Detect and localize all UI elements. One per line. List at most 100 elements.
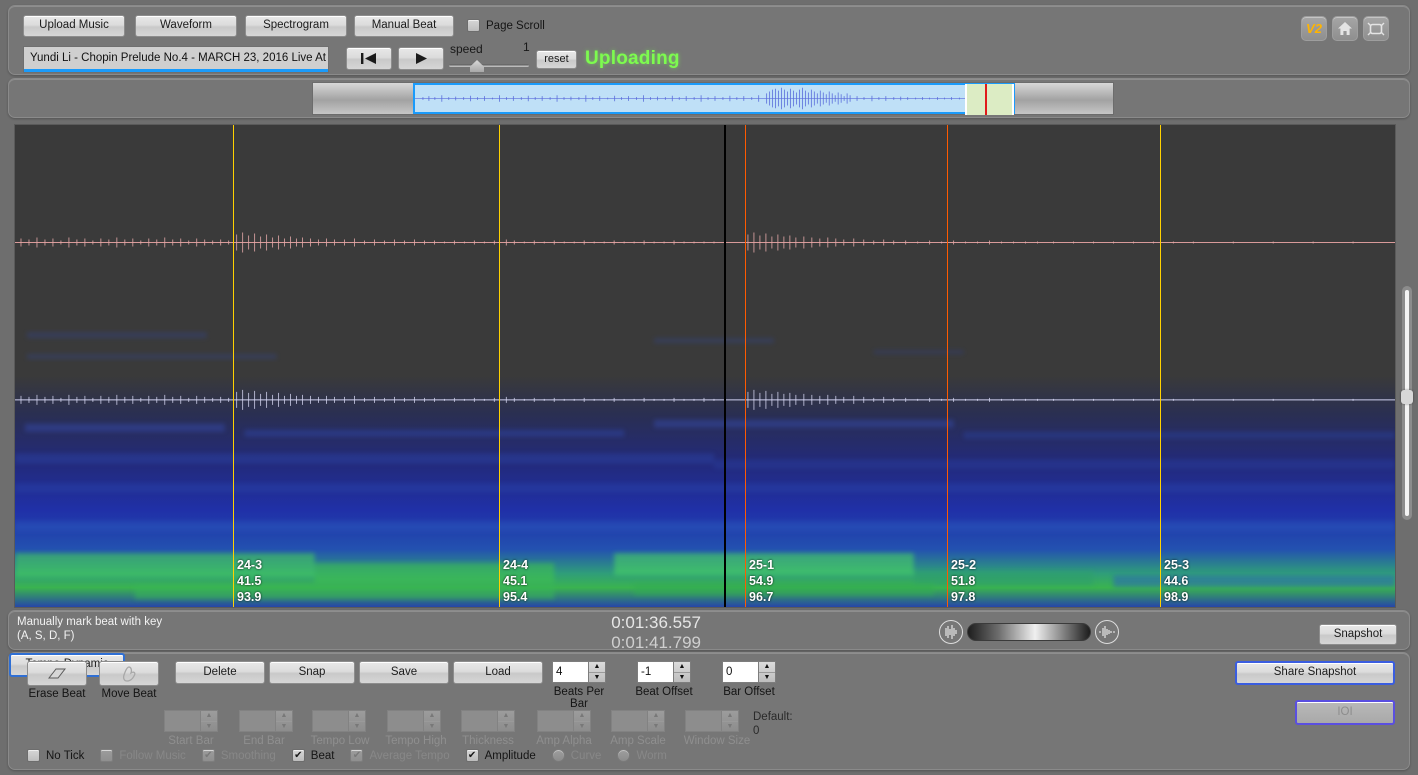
beat-label-id: 25-1 [749,557,774,573]
ioi-button[interactable]: IOI [1295,700,1395,725]
option-curve: Curve [552,749,602,762]
scrollbar-thumb[interactable] [1401,390,1413,404]
chevron-up-icon: ▲ [201,711,217,721]
snap-button[interactable]: Snap [269,661,355,684]
overview-strip [8,78,1410,118]
beat-label-v2: 96.7 [749,589,774,605]
song-title-field[interactable]: Yundi Li - Chopin Prelude No.4 - MARCH 2… [23,46,329,69]
overview-waveform-track[interactable] [312,82,1114,115]
volume-control [939,620,1119,644]
overview-playhead[interactable] [985,84,987,115]
waveform-circle-icon[interactable] [939,620,963,644]
chevron-down-icon: ▼ [276,721,292,732]
delete-button[interactable]: Delete [175,661,265,684]
play-button[interactable] [398,47,444,70]
default-value-label: Default: 0 [753,710,793,738]
chevron-up-icon[interactable]: ▲ [759,662,775,672]
beat-line[interactable] [947,125,948,607]
beat-label-v1: 45.1 [503,573,528,589]
checkbox-box[interactable] [467,19,480,32]
rewind-icon [360,52,378,65]
beat-line[interactable] [745,125,746,607]
tab-spectrogram[interactable]: Spectrogram [245,15,347,37]
chevron-down-icon: ▼ [574,721,590,732]
option-no-tick[interactable]: No Tick [27,749,84,762]
beat-label: 24-341.593.9 [237,557,262,605]
spinner-value[interactable]: 4 [552,661,588,683]
reset-speed-button[interactable]: reset [536,50,577,69]
speed-value: 1 [523,40,530,54]
spectrogram-image [15,125,1395,607]
option-label: Curve [571,750,602,762]
tab-upload-music[interactable]: Upload Music [23,15,125,37]
vertical-zoom-scrollbar[interactable] [1402,286,1412,520]
overview-selection-region[interactable] [413,83,1015,114]
snapshot-button[interactable]: Snapshot [1319,624,1397,645]
spinner-label: Thickness [453,735,523,747]
spinner-stepper[interactable]: ▲▼ [758,661,776,683]
checkbox-box[interactable] [466,749,479,762]
chevron-up-icon[interactable]: ▲ [589,662,605,672]
speed-slider-thumb[interactable] [470,60,484,72]
load-button[interactable]: Load [453,661,543,684]
spinner-stepper[interactable]: ▲▼ [673,661,691,683]
tab-manual-beat[interactable]: Manual Beat [354,15,454,37]
tab-waveform[interactable]: Waveform [135,15,237,37]
chevron-down-icon[interactable]: ▼ [759,672,775,683]
checkbox-box[interactable] [27,749,40,762]
waveform-pulse-icon[interactable] [1095,620,1119,644]
radio-button [617,749,630,762]
share-snapshot-button[interactable]: Share Snapshot [1235,661,1395,685]
option-beat[interactable]: Beat [292,749,335,762]
chevron-down-icon[interactable]: ▼ [589,672,605,683]
option-label: Follow Music [119,750,185,762]
home-icon[interactable] [1332,16,1358,41]
spinner-stepper: ▲▼ [348,710,366,732]
beat-line[interactable] [499,125,500,607]
beat-label-v2: 97.8 [951,589,976,605]
volume-slider[interactable] [967,623,1091,641]
rewind-to-start-button[interactable] [346,47,392,70]
spinner-value[interactable]: -1 [637,661,673,683]
spinner-stepper[interactable]: ▲▼ [588,661,606,683]
spinner-label: Bar Offset [714,686,784,698]
beat-label-id: 24-4 [503,557,528,573]
overview-visible-window[interactable] [965,84,1014,115]
chevron-down-icon[interactable]: ▼ [674,672,690,683]
spinner-label: Start Bar [156,735,226,747]
page-scroll-checkbox[interactable]: Page Scroll [467,19,545,32]
beat-line[interactable] [233,125,234,607]
spinner-beat-offset[interactable]: -1▲▼ [637,661,691,683]
spectrogram-waveform-canvas[interactable]: 24-341.593.924-445.195.425-154.996.725-2… [14,124,1396,608]
spinner-stepper: ▲▼ [423,710,441,732]
chevron-up-icon[interactable]: ▲ [674,662,690,672]
beat-label-v1: 54.9 [749,573,774,589]
checkbox-box [100,749,113,762]
playhead-line[interactable] [724,125,726,607]
save-button[interactable]: Save [359,661,449,684]
expand-icon[interactable] [1363,16,1389,41]
overview-waveform-icon [415,85,1013,112]
move-beat-button[interactable] [99,661,159,686]
page-scroll-label: Page Scroll [486,20,545,32]
speed-slider-track[interactable] [449,64,529,67]
spinner-value [537,710,573,732]
checkbox-box[interactable] [292,749,305,762]
spinner-value [312,710,348,732]
spinner-bar-offset[interactable]: 0▲▼ [722,661,776,683]
chevron-up-icon: ▲ [424,711,440,721]
spinner-beats-per-bar[interactable]: 4▲▼ [552,661,606,683]
beat-label: 24-445.195.4 [503,557,528,605]
manual-beat-hint: Manually mark beat with key (A, S, D, F) [17,615,162,643]
option-amplitude[interactable]: Amplitude [466,749,536,762]
version-badge-icon[interactable]: V2 [1301,16,1327,41]
info-bar: Manually mark beat with key (A, S, D, F)… [8,610,1410,650]
beat-line[interactable] [1160,125,1161,607]
chevron-down-icon: ▼ [349,721,365,732]
spinner-value[interactable]: 0 [722,661,758,683]
spinner-window-size: ▲▼ [685,710,739,732]
play-icon [414,52,429,65]
chevron-up-icon: ▲ [722,711,738,721]
option-label: No Tick [46,750,84,762]
erase-beat-button[interactable] [27,661,87,686]
